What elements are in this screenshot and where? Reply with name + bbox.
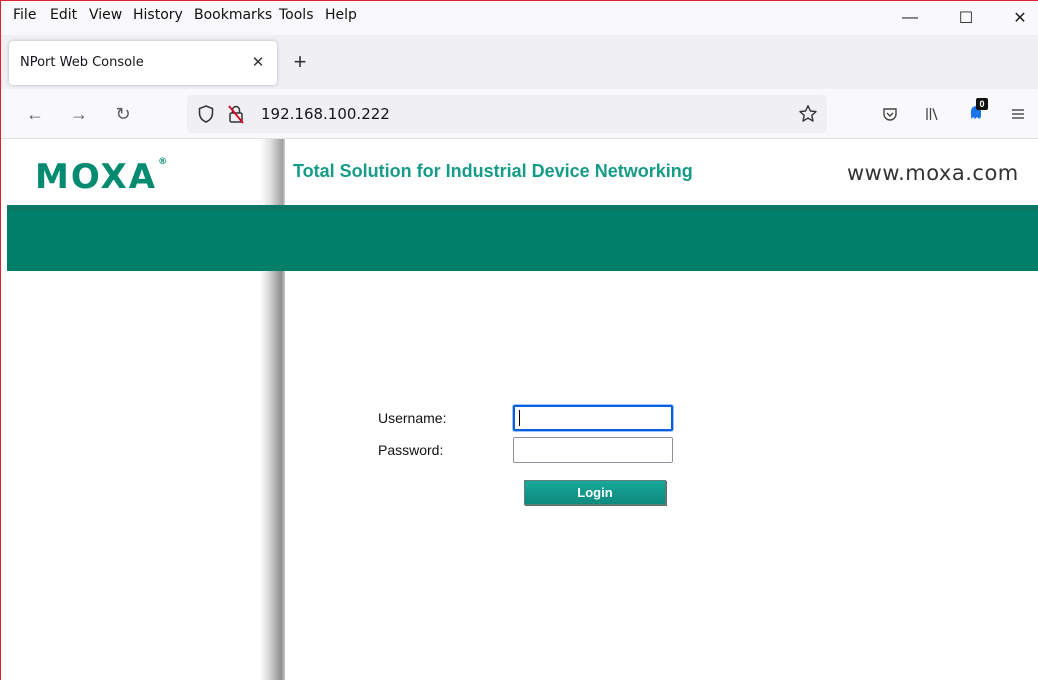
library-icon[interactable]	[919, 101, 945, 127]
site-url-text: www.moxa.com	[847, 161, 1019, 185]
close-window-button[interactable]: ✕	[997, 1, 1038, 35]
url-bar[interactable]: 192.168.100.222	[187, 95, 827, 133]
menu-history[interactable]: History	[133, 7, 183, 23]
hamburger-menu-icon[interactable]	[1005, 101, 1031, 127]
bookmark-star-icon[interactable]	[797, 103, 819, 125]
panel-shadow-divider	[260, 271, 285, 680]
tab-nport-web-console[interactable]: NPort Web Console ✕	[9, 41, 277, 85]
menu-bookmarks[interactable]: Bookmarks	[194, 7, 272, 23]
menu-file[interactable]: File	[13, 7, 36, 23]
username-input[interactable]	[513, 405, 673, 431]
text-caret	[519, 410, 520, 426]
left-panel	[7, 271, 260, 680]
navigation-bar: ← → ↻ 192.168.100.222 0	[1, 89, 1038, 139]
minimize-button[interactable]: —	[887, 1, 933, 35]
header-shadow-divider	[260, 139, 285, 205]
registered-mark: ®	[158, 157, 168, 167]
tab-strip: NPort Web Console ✕ +	[1, 35, 1038, 89]
logo-text: MOXA	[35, 157, 158, 197]
page-header: MOXA® Total Solution for Industrial Devi…	[7, 139, 1038, 205]
extension-icon[interactable]: 0	[963, 98, 989, 127]
menu-tools[interactable]: Tools	[279, 7, 314, 23]
tab-title: NPort Web Console	[20, 55, 144, 70]
password-input[interactable]	[513, 437, 673, 463]
maximize-button[interactable]: ☐	[943, 1, 989, 35]
menu-help[interactable]: Help	[325, 7, 357, 23]
tracking-shield-icon[interactable]	[195, 103, 217, 125]
extension-badge: 0	[976, 98, 988, 110]
web-page: MOXA® Total Solution for Industrial Devi…	[7, 139, 1038, 680]
password-label: Password:	[378, 442, 444, 458]
teal-banner	[7, 205, 1038, 271]
menu-view[interactable]: View	[89, 7, 122, 23]
tagline: Total Solution for Industrial Device Net…	[293, 161, 693, 181]
close-tab-icon[interactable]: ✕	[247, 51, 269, 73]
url-text[interactable]: 192.168.100.222	[261, 105, 390, 123]
menu-edit[interactable]: Edit	[50, 7, 77, 23]
pocket-icon[interactable]	[877, 101, 903, 127]
new-tab-icon[interactable]: +	[287, 49, 313, 75]
username-label: Username:	[378, 410, 447, 426]
insecure-lock-icon[interactable]	[225, 103, 247, 125]
reload-icon[interactable]: ↻	[109, 100, 137, 128]
menu-bar: File Edit View History Bookmarks Tools H…	[1, 1, 1038, 35]
forward-arrow-icon[interactable]: →	[65, 100, 93, 128]
login-button[interactable]: Login	[524, 480, 666, 505]
back-arrow-icon[interactable]: ←	[21, 100, 49, 128]
moxa-logo: MOXA®	[35, 157, 167, 197]
teal-banner-edge	[7, 205, 1038, 211]
